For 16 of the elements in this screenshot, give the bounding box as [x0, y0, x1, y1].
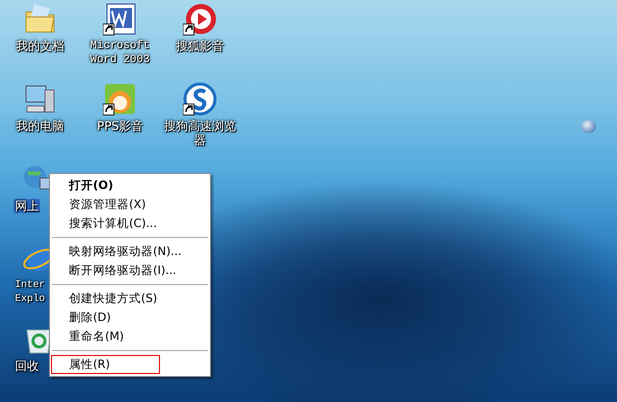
menu-item[interactable]: 打开(O) — [51, 176, 209, 195]
water-drop-photo — [581, 120, 596, 133]
play-icon[interactable] — [183, 2, 217, 36]
menu-item[interactable]: 资源管理器(X) — [51, 195, 209, 214]
menu-item[interactable]: 创建快捷方式(S) — [51, 289, 209, 308]
icon-label[interactable]: 网上 — [14, 199, 40, 213]
menu-item[interactable]: 搜索计算机(C)... — [51, 214, 209, 233]
icon-label[interactable]: Inter Explo — [14, 279, 50, 307]
icon-label[interactable]: 回收 — [14, 359, 40, 373]
menu-item[interactable]: 映射网络驱动器(N)... — [51, 242, 209, 261]
browser-icon[interactable] — [183, 82, 217, 116]
menu-item[interactable]: 断开网络驱动器(I)... — [51, 261, 209, 280]
menu-item[interactable]: 属性(R) — [51, 355, 160, 374]
menu-item[interactable]: 重命名(M) — [51, 327, 209, 346]
word-document-icon[interactable] — [103, 2, 137, 36]
menu-item[interactable]: 删除(D) — [51, 308, 209, 327]
